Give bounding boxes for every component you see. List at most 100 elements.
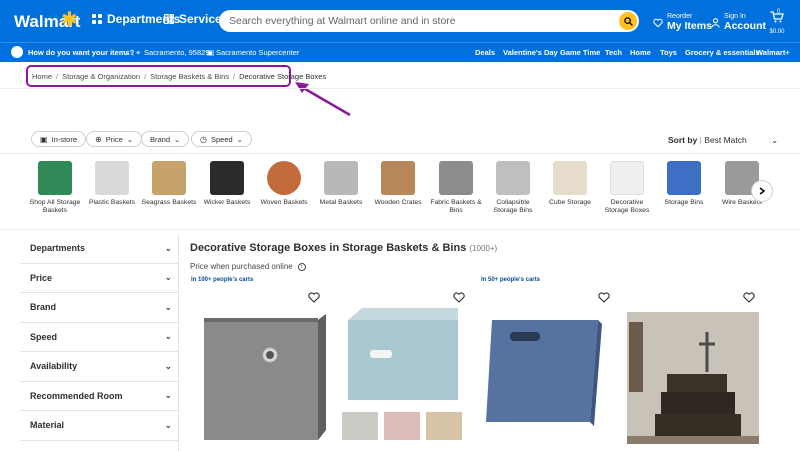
filter-sidebar: Departments ⌄ Price ⌄ Brand ⌄ Speed ⌄ Availa… xyxy=(20,234,178,441)
nav-link-walmart-plus[interactable]: Walmart+ xyxy=(756,48,790,57)
sidebar-item-availability[interactable]: Availability ⌄ xyxy=(20,352,178,382)
category-image xyxy=(496,161,530,195)
sidebar-item-price[interactable]: Price ⌄ xyxy=(20,264,178,293)
signin-bottom-label: Account xyxy=(724,20,766,32)
chevron-down-icon: ⌄ xyxy=(174,134,181,144)
category-cube-storage[interactable]: Cube Storage xyxy=(541,160,599,207)
sidebar-item-speed[interactable]: Speed ⌄ xyxy=(20,323,178,352)
category-collapsible-bins[interactable]: Collapsible Storage Bins xyxy=(484,160,542,214)
filter-label: Speed xyxy=(210,134,233,144)
chevron-down-icon: ⌄ xyxy=(126,134,134,144)
category-image xyxy=(210,161,244,195)
results-title: Decorative Storage Boxes in Storage Bask… xyxy=(190,242,497,254)
sidebar-item-recommended-room[interactable]: Recommended Room ⌄ xyxy=(20,382,178,411)
carousel-next-button[interactable] xyxy=(751,180,773,202)
grid-icon xyxy=(92,14,102,24)
category-metal-baskets[interactable]: Metal Baskets xyxy=(312,160,370,207)
delivery-prompt[interactable]: How do you want your items? xyxy=(28,48,134,57)
nav-link-valentines[interactable]: Valentine's Day xyxy=(503,48,558,57)
breadcrumb-separator: / xyxy=(144,72,147,81)
breadcrumb-storage-organization[interactable]: Storage & Organization xyxy=(62,72,140,81)
nav-link-game-time[interactable]: Game Time xyxy=(560,48,600,57)
sidebar-item-material[interactable]: Material ⌄ xyxy=(20,411,178,441)
sidebar-item-departments[interactable]: Departments ⌄ xyxy=(20,234,178,264)
category-decorative-boxes[interactable]: Decorative Storage Boxes xyxy=(598,160,656,214)
category-image xyxy=(267,161,301,195)
location-pin-icon: ⌖ xyxy=(136,48,141,57)
sort-dropdown[interactable]: Sort by | Best Match ⌄ xyxy=(668,135,778,146)
category-seagrass-baskets[interactable]: Seagrass Baskets xyxy=(140,160,198,207)
category-label: Shop All Storage Baskets xyxy=(29,199,81,214)
price-note: Price when purchased online i xyxy=(190,262,306,271)
divider xyxy=(0,229,800,230)
sidebar-item-brand[interactable]: Brand ⌄ xyxy=(20,293,178,323)
chevron-down-icon: ⌄ xyxy=(164,331,172,342)
category-label: Wooden Crates xyxy=(374,199,422,206)
category-storage-bins[interactable]: Storage Bins xyxy=(655,160,713,207)
cart-button[interactable]: 0 $0.00 xyxy=(766,9,788,35)
product-image-blue-box[interactable] xyxy=(340,300,462,446)
cart-count: 0 xyxy=(777,9,781,15)
sidebar-item-label: Price xyxy=(30,272,53,283)
category-image xyxy=(38,161,72,195)
product-image-denim-cube[interactable] xyxy=(480,318,604,428)
category-label: Metal Baskets xyxy=(319,199,363,206)
nav-link-home[interactable]: Home xyxy=(630,48,651,57)
category-image xyxy=(553,161,587,195)
search-bar xyxy=(219,10,639,32)
chevron-down-icon: ⌄ xyxy=(164,272,172,283)
heart-outline-icon[interactable] xyxy=(308,292,320,303)
category-image xyxy=(381,161,415,195)
nav-link-toys[interactable]: Toys xyxy=(660,48,677,57)
breadcrumb-home[interactable]: Home xyxy=(32,72,52,81)
category-woven-baskets[interactable]: Woven Baskets xyxy=(255,160,313,207)
breadcrumb-storage-baskets-bins[interactable]: Storage Baskets & Bins xyxy=(150,72,229,81)
chevron-down-icon: ⌄ xyxy=(164,360,172,371)
sidebar-item-label: Recommended Room xyxy=(30,390,123,401)
sort-label: Sort by xyxy=(668,135,698,145)
category-label: Woven Baskets xyxy=(260,199,308,206)
sub-header: How do you want your items? ⌄ | ⌖ Sacram… xyxy=(0,42,800,62)
filter-price[interactable]: ⊕ Price ⌄ xyxy=(86,131,143,147)
product-image-trunk-stack[interactable] xyxy=(627,312,759,444)
category-shop-all[interactable]: Shop All Storage Baskets xyxy=(26,160,84,214)
chevron-down-icon: ⌄ xyxy=(164,242,172,253)
category-label: Collapsible Storage Bins xyxy=(493,199,533,214)
reorder-bottom-label: My Items xyxy=(667,20,712,32)
search-input[interactable] xyxy=(219,10,609,32)
account-button[interactable]: Sign In Account xyxy=(711,13,766,32)
product-image-gray-cube[interactable] xyxy=(200,310,332,444)
nav-link-tech[interactable]: Tech xyxy=(605,48,622,57)
reorder-button[interactable]: Reorder My Items xyxy=(653,13,712,32)
filter-brand[interactable]: Brand ⌄ xyxy=(141,131,190,147)
info-icon[interactable]: i xyxy=(297,262,306,271)
category-fabric-baskets[interactable]: Fabric Baskets & Bins xyxy=(427,160,485,214)
sidebar-item-label: Departments xyxy=(30,243,86,254)
results-count: (1000+) xyxy=(469,244,498,253)
category-wicker-baskets[interactable]: Wicker Baskets xyxy=(198,160,256,207)
category-image xyxy=(610,161,644,195)
store-icon: ▣ xyxy=(207,48,215,57)
nav-link-deals[interactable]: Deals xyxy=(475,48,495,57)
filter-label: Price xyxy=(105,134,123,144)
category-label: Decorative Storage Boxes xyxy=(604,199,650,214)
filter-speed[interactable]: ◷ Speed ⌄ xyxy=(191,131,252,147)
price-icon: ⊕ xyxy=(95,134,102,144)
divider xyxy=(0,153,800,154)
location-text[interactable]: Sacramento, 95829 xyxy=(144,48,209,57)
category-plastic-baskets[interactable]: Plastic Baskets xyxy=(83,160,141,207)
breadcrumb: Home / Storage & Organization / Storage Bask… xyxy=(26,65,326,87)
search-button[interactable] xyxy=(619,12,637,30)
store-text[interactable]: Sacramento Supercenter xyxy=(216,48,299,57)
nav-link-grocery[interactable]: Grocery & essentials xyxy=(685,48,760,57)
category-carousel: Shop All Storage Baskets Plastic Baskets… xyxy=(0,160,800,222)
heart-outline-icon[interactable] xyxy=(598,292,610,303)
clock-icon: ◷ xyxy=(200,134,207,144)
filter-in-store[interactable]: ▣ In-store xyxy=(31,131,86,147)
services-grid-icon xyxy=(164,14,174,24)
heart-outline-icon[interactable] xyxy=(743,292,755,303)
category-wooden-crates[interactable]: Wooden Crates xyxy=(369,160,427,207)
delivery-icon xyxy=(11,46,23,58)
divider: | xyxy=(132,48,134,57)
chevron-down-icon: ⌄ xyxy=(164,419,172,430)
